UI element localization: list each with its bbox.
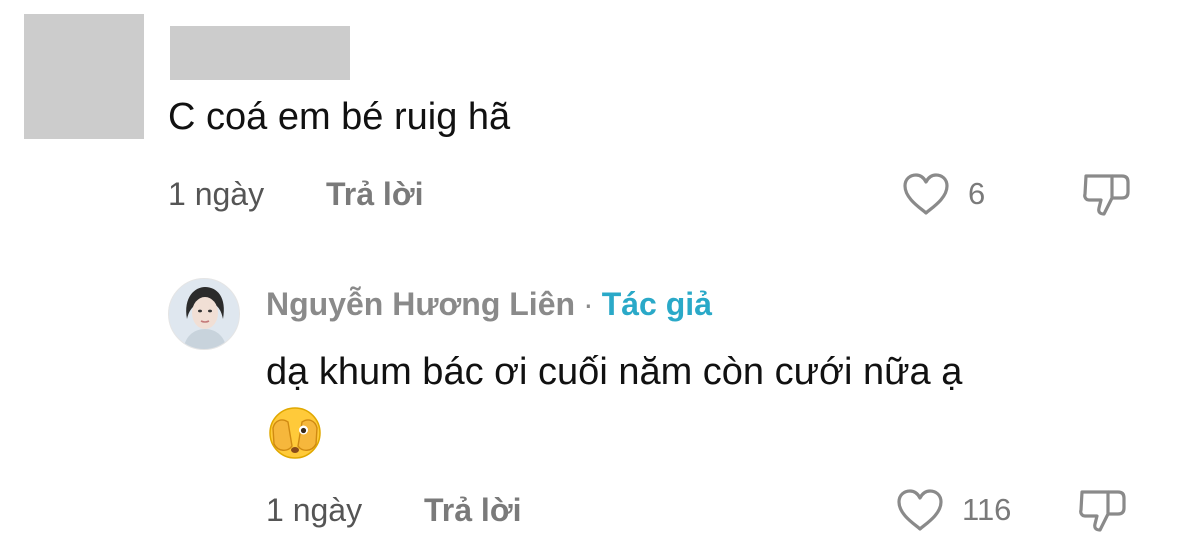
comment-like-count: 6 [968, 176, 986, 211]
comment-timestamp: 1 ngày [168, 176, 265, 212]
reply-dislike-button[interactable] [1078, 486, 1128, 539]
reply-like-count: 116 [962, 492, 1012, 527]
reply-timestamp: 1 ngày [266, 492, 363, 528]
commenter-name-redacted[interactable] [170, 26, 350, 80]
commenter-avatar-redacted[interactable] [24, 14, 144, 139]
reply-reply-button[interactable]: Trả lời [424, 490, 521, 530]
heart-icon [903, 173, 949, 215]
author-portrait-icon [169, 279, 239, 349]
reply-text: dạ khum bác ơi cuối năm còn cưới nữa ạ [266, 351, 963, 393]
author-badge: Tác giả [601, 286, 712, 322]
separator-dot: · [583, 286, 594, 322]
heart-icon [897, 489, 943, 531]
comment-dislike-button[interactable] [1082, 170, 1132, 223]
author-avatar[interactable] [168, 278, 240, 350]
comment-like-button[interactable]: 6 [902, 172, 985, 216]
reply-author-name[interactable]: Nguyễn Hương Liên [266, 286, 575, 322]
thumbs-down-icon [1083, 174, 1130, 216]
comment-text: C coá em bé ruig hã [168, 96, 511, 138]
reply-header: Nguyễn Hương Liên · Tác giả [266, 282, 712, 326]
thumbs-down-icon [1079, 490, 1126, 532]
reply-like-button[interactable]: 116 [896, 488, 1011, 532]
comment-thread: C coá em bé ruig hã 1 ngày Trả lời 6 Ngu… [0, 0, 1179, 559]
face-with-hands-over-eyes-icon [269, 407, 321, 459]
comment-reply-button[interactable]: Trả lời [326, 174, 423, 214]
